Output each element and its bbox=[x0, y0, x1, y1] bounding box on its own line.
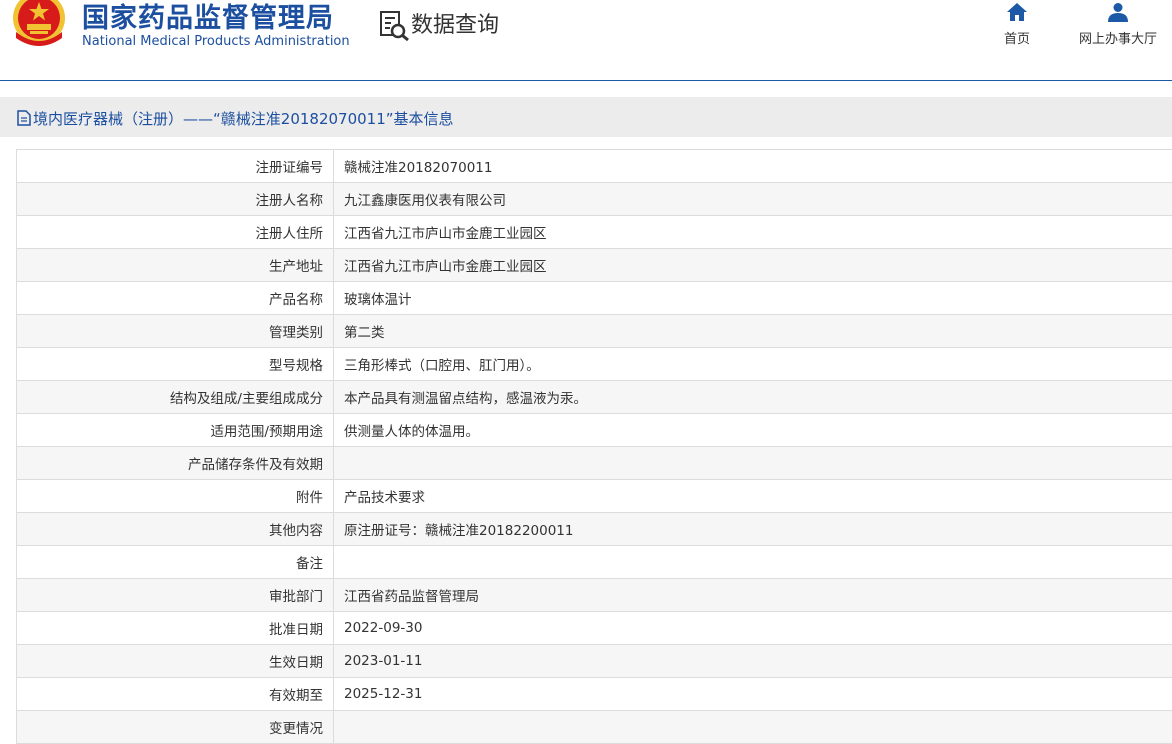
field-value: 玻璃体温计 bbox=[334, 282, 1172, 315]
data-query-title: 数据查询 bbox=[411, 7, 499, 39]
home-icon bbox=[1006, 2, 1028, 22]
field-value: 九江鑫康医用仪表有限公司 bbox=[334, 183, 1172, 216]
table-row: 产品储存条件及有效期 bbox=[17, 447, 1172, 480]
field-label: 生产地址 bbox=[17, 249, 334, 282]
nav-online-hall-label: 网上办事大厅 bbox=[1079, 32, 1157, 47]
field-label: 附件 bbox=[17, 480, 334, 513]
table-row: 注册证编号赣械注准20182070011 bbox=[17, 150, 1172, 183]
field-label: 变更情况 bbox=[17, 711, 334, 744]
field-value: 2025-12-31 bbox=[334, 678, 1172, 711]
table-row: 管理类别第二类 bbox=[17, 315, 1172, 348]
field-value: 2022-09-30 bbox=[334, 612, 1172, 645]
field-value: 江西省九江市庐山市金鹿工业园区 bbox=[334, 216, 1172, 249]
field-label: 生效日期 bbox=[17, 645, 334, 678]
agency-title-en[interactable]: National Medical Products Administration bbox=[82, 34, 350, 49]
field-label: 注册证编号 bbox=[17, 150, 334, 183]
table-row: 生效日期2023-01-11 bbox=[17, 645, 1172, 678]
info-title-bar: 境内医疗器械（注册）——“赣械注准20182070011”基本信息 bbox=[0, 97, 1172, 137]
field-value: 原注册证号：赣械注准20182200011 bbox=[334, 513, 1172, 546]
table-row: 结构及组成/主要组成成分本产品具有测温留点结构，感温液为汞。 bbox=[17, 381, 1172, 414]
field-value: 江西省药品监督管理局 bbox=[334, 579, 1172, 612]
table-row: 注册人住所江西省九江市庐山市金鹿工业园区 bbox=[17, 216, 1172, 249]
table-row: 型号规格三角形棒式（口腔用、肛门用）。 bbox=[17, 348, 1172, 381]
field-label: 管理类别 bbox=[17, 315, 334, 348]
field-label: 审批部门 bbox=[17, 579, 334, 612]
agency-title-cn[interactable]: 国家药品监督管理局 bbox=[82, 0, 334, 35]
page-title-text: 境内医疗器械（注册）——“赣械注准20182070011”基本信息 bbox=[33, 110, 454, 128]
field-value bbox=[334, 447, 1172, 480]
field-label: 型号规格 bbox=[17, 348, 334, 381]
field-label: 适用范围/预期用途 bbox=[17, 414, 334, 447]
field-label: 产品名称 bbox=[17, 282, 334, 315]
nav-home-link[interactable]: 首页 bbox=[994, 2, 1040, 47]
field-label: 其他内容 bbox=[17, 513, 334, 546]
table-row: 生产地址江西省九江市庐山市金鹿工业园区 bbox=[17, 249, 1172, 282]
table-row: 其他内容原注册证号：赣械注准20182200011 bbox=[17, 513, 1172, 546]
table-row: 注册人名称九江鑫康医用仪表有限公司 bbox=[17, 183, 1172, 216]
field-label: 产品储存条件及有效期 bbox=[17, 447, 334, 480]
table-row: 产品名称玻璃体温计 bbox=[17, 282, 1172, 315]
detail-table: 注册证编号赣械注准20182070011注册人名称九江鑫康医用仪表有限公司注册人… bbox=[16, 149, 1172, 744]
table-row: 有效期至2025-12-31 bbox=[17, 678, 1172, 711]
nav-online-hall-link[interactable]: 网上办事大厅 bbox=[1070, 2, 1166, 47]
field-value: 2023-01-11 bbox=[334, 645, 1172, 678]
field-value: 江西省九江市庐山市金鹿工业园区 bbox=[334, 249, 1172, 282]
field-value bbox=[334, 711, 1172, 744]
field-label: 注册人名称 bbox=[17, 183, 334, 216]
table-row: 备注 bbox=[17, 546, 1172, 579]
field-label: 有效期至 bbox=[17, 678, 334, 711]
field-value: 产品技术要求 bbox=[334, 480, 1172, 513]
table-row: 变更情况 bbox=[17, 711, 1172, 744]
table-row: 附件产品技术要求 bbox=[17, 480, 1172, 513]
table-row: 审批部门江西省药品监督管理局 bbox=[17, 579, 1172, 612]
data-query-icon bbox=[378, 9, 410, 41]
field-label: 备注 bbox=[17, 546, 334, 579]
document-icon bbox=[17, 110, 31, 126]
field-value: 本产品具有测温留点结构，感温液为汞。 bbox=[334, 381, 1172, 414]
site-header: 国家药品监督管理局 National Medical Products Admi… bbox=[0, 0, 1172, 81]
field-value bbox=[334, 546, 1172, 579]
user-icon bbox=[1107, 2, 1129, 22]
national-emblem-icon[interactable] bbox=[10, 0, 68, 50]
field-label: 结构及组成/主要组成成分 bbox=[17, 381, 334, 414]
field-value: 供测量人体的体温用。 bbox=[334, 414, 1172, 447]
field-label: 注册人住所 bbox=[17, 216, 334, 249]
table-row: 适用范围/预期用途供测量人体的体温用。 bbox=[17, 414, 1172, 447]
table-row: 批准日期2022-09-30 bbox=[17, 612, 1172, 645]
field-value: 第二类 bbox=[334, 315, 1172, 348]
page-title: 境内医疗器械（注册）——“赣械注准20182070011”基本信息 bbox=[17, 108, 454, 129]
field-value: 赣械注准20182070011 bbox=[334, 150, 1172, 183]
field-label: 批准日期 bbox=[17, 612, 334, 645]
field-value: 三角形棒式（口腔用、肛门用）。 bbox=[334, 348, 1172, 381]
nav-home-label: 首页 bbox=[1004, 32, 1030, 47]
